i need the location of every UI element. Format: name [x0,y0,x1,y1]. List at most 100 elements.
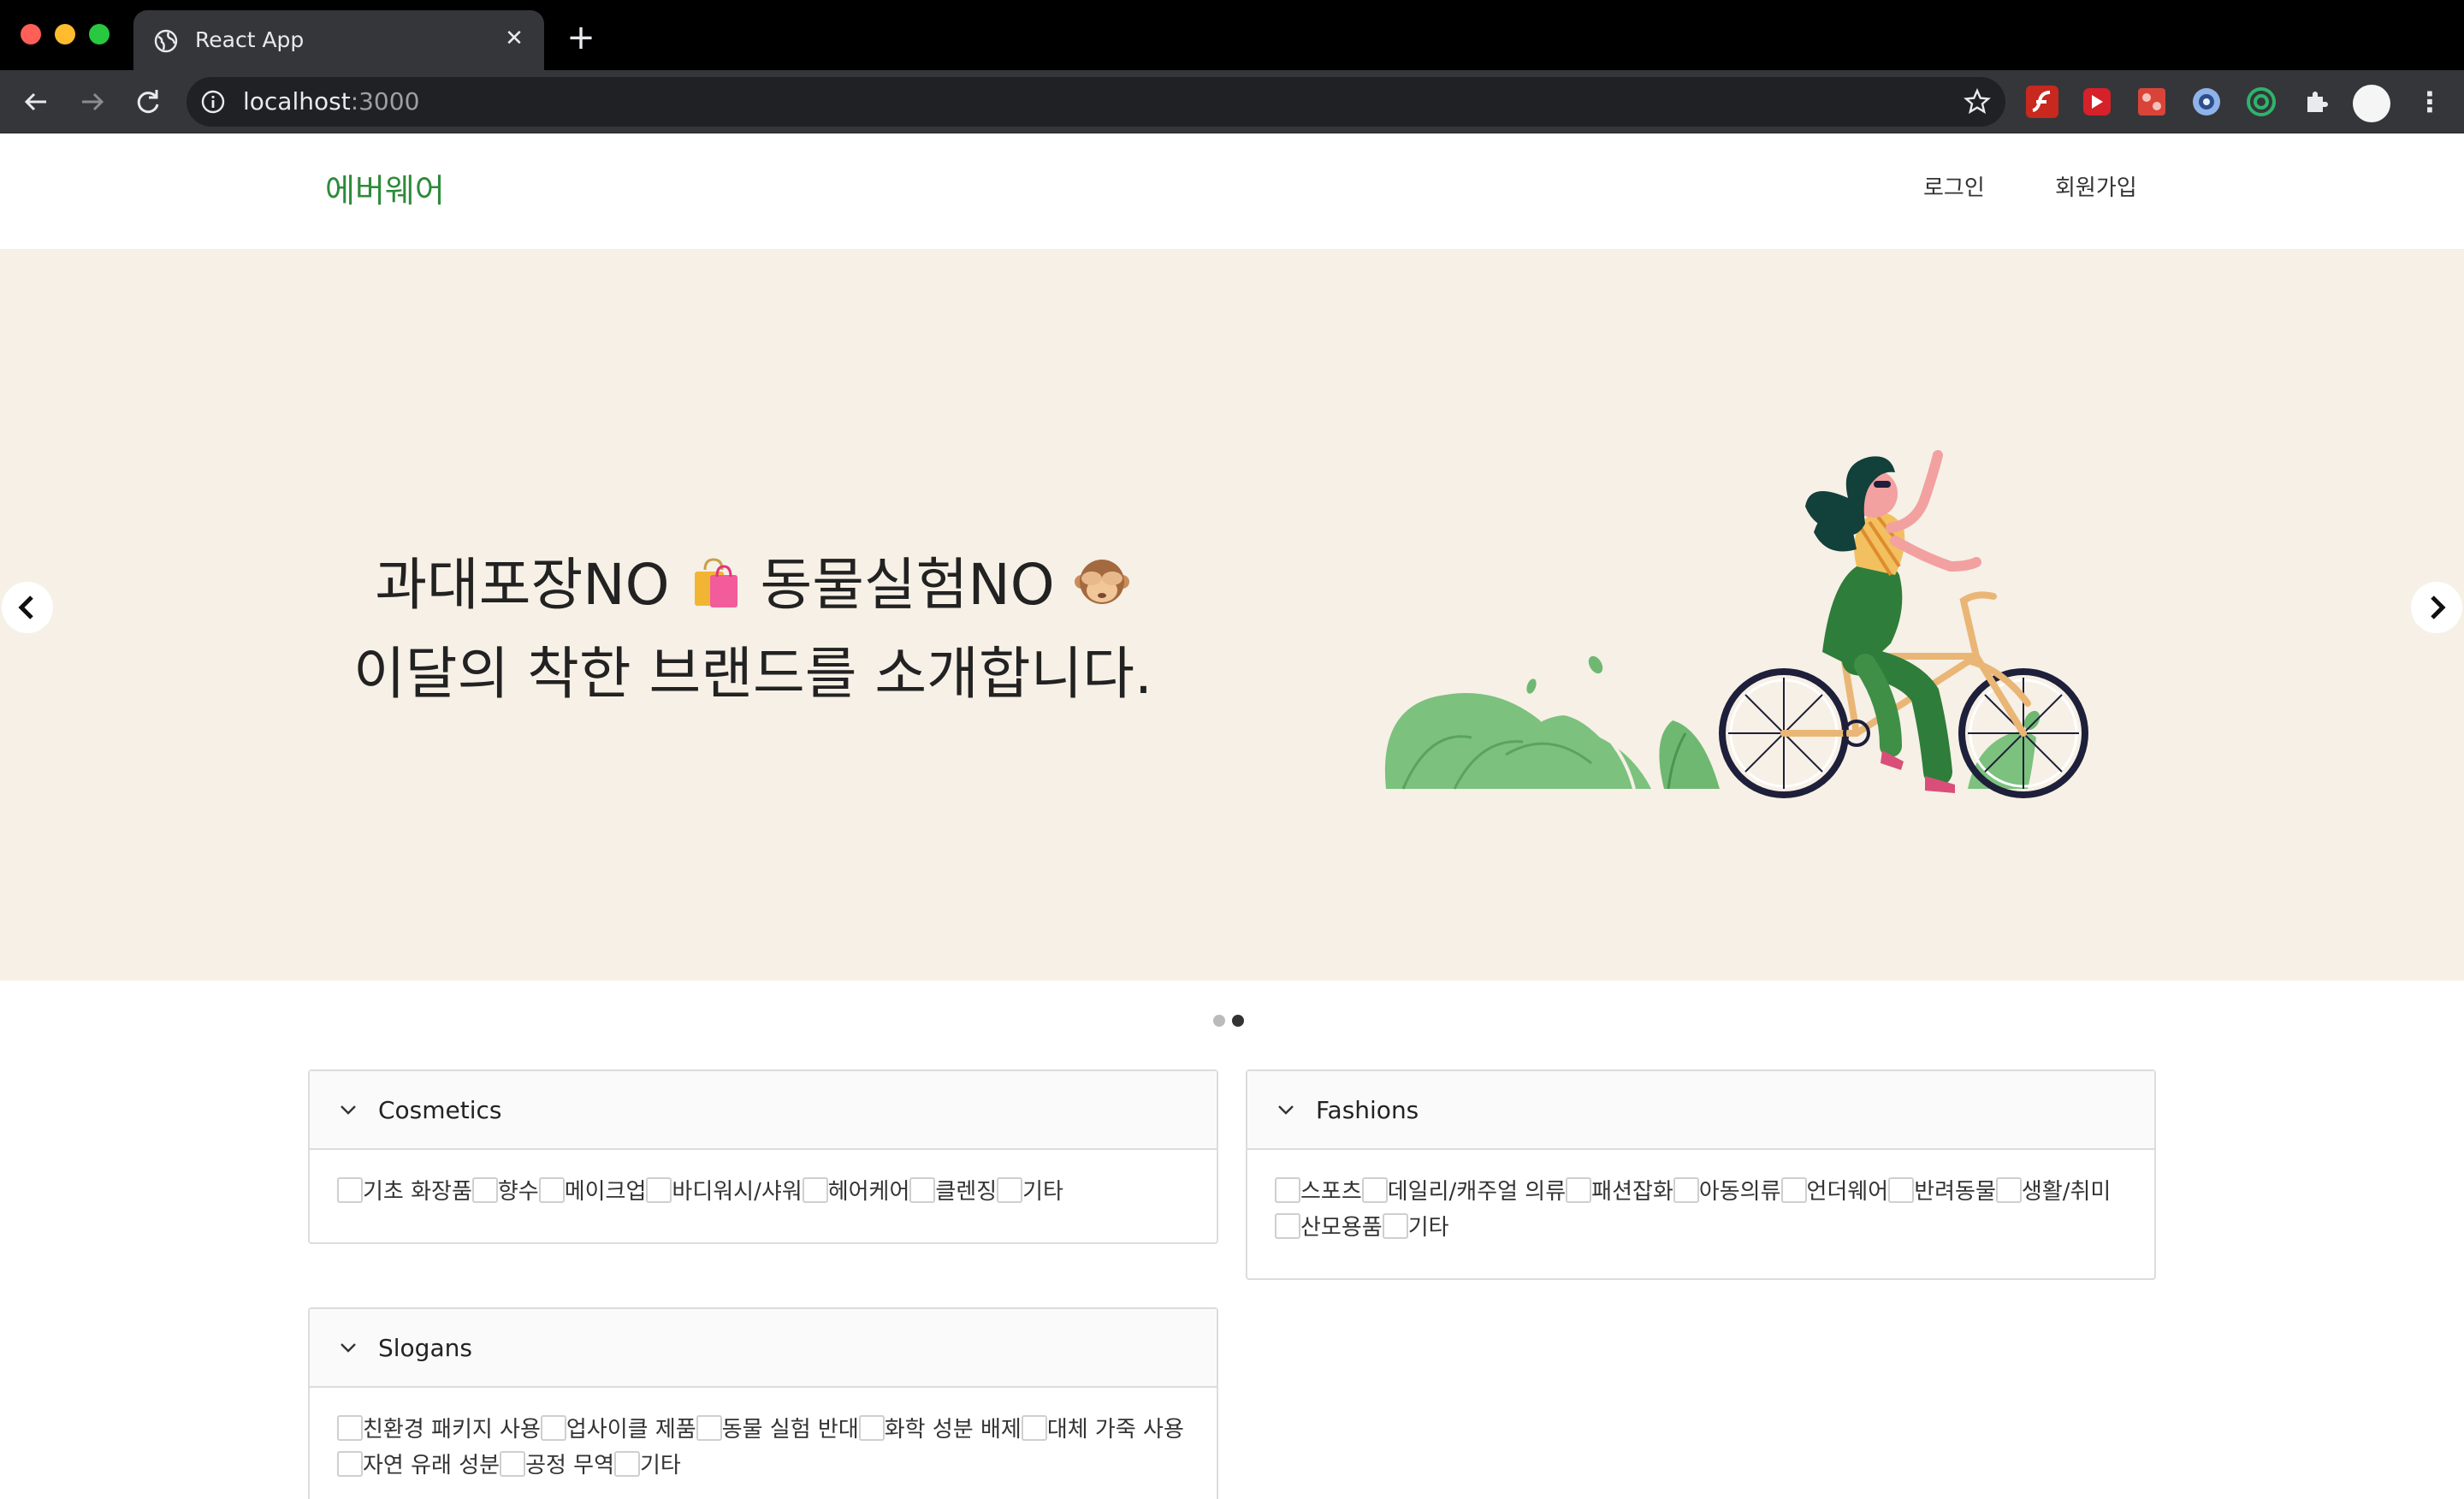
checkbox[interactable] [538,1177,565,1203]
chevron-down-icon [1278,1105,1294,1115]
fashions-panel-header[interactable]: Fashions [1247,1071,2154,1150]
browser-tab[interactable]: React App ✕ [133,10,544,70]
signup-link[interactable]: 회원가입 [2055,171,2137,205]
option-cleansing: 클렌징 [909,1177,997,1205]
checkbox[interactable] [997,1177,1023,1203]
option-vegan-leather: 대체 가죽 사용 [1021,1415,1184,1443]
carousel-dot-1[interactable] [1213,1015,1225,1027]
shopping-bags-icon [694,558,737,607]
checkbox[interactable] [337,1451,363,1477]
checkbox[interactable] [471,1177,498,1203]
checkbox[interactable] [909,1177,936,1203]
cosmetics-panel-header[interactable]: Cosmetics [310,1071,1217,1150]
hero-line-2: 이달의 착한 브랜드를 소개합니다. [353,641,1152,707]
hero-phrase-packaging: 과대포장NO [375,552,670,618]
option-natural-ingredients: 자연 유래 성분 [337,1451,500,1478]
carousel-dot-2[interactable] [1232,1015,1244,1027]
address-bar[interactable]: localhost:3000 [187,77,2005,127]
option-kids: 아동의류 [1673,1177,1781,1205]
reload-button[interactable] [128,82,168,121]
checkbox[interactable] [614,1451,641,1477]
maximize-window-button[interactable] [89,24,110,44]
option-no-chemicals: 화학 성분 배제 [858,1415,1022,1443]
checkbox[interactable] [1382,1213,1408,1239]
option-basic-skincare: 기초 화장품 [337,1177,472,1205]
tab-title: React App [195,27,305,52]
option-fair-trade: 공정 무역 [500,1451,614,1478]
arrow-right-icon [82,92,104,111]
checkbox[interactable] [540,1415,566,1441]
url-text: localhost:3000 [243,87,420,116]
checkbox[interactable] [1275,1213,1300,1239]
vpn-extension-icon[interactable] [2190,86,2223,118]
back-button[interactable] [17,82,56,121]
login-link[interactable]: 로그인 [1923,171,1985,205]
target-extension-icon[interactable] [2245,86,2277,118]
profile-avatar[interactable] [2353,85,2390,122]
extensions-puzzle-icon[interactable] [2300,86,2332,118]
checkbox[interactable] [500,1451,526,1477]
checkbox[interactable] [696,1415,722,1441]
checkbox[interactable] [1361,1177,1388,1203]
globe-icon [154,29,178,53]
slogans-panel-header[interactable]: Slogans [310,1309,1217,1388]
option-eco-package: 친환경 패키지 사용 [337,1415,541,1443]
chevron-left-icon [18,595,33,619]
checkbox[interactable] [337,1177,363,1203]
option-other: 기타 [997,1177,1063,1205]
info-icon[interactable] [200,89,226,115]
bookmark-star-icon[interactable] [1963,87,1992,116]
checkbox[interactable] [1021,1415,1047,1441]
browser-menu-icon[interactable]: ⋮ [2414,86,2445,118]
checkbox[interactable] [802,1177,828,1203]
minimize-window-button[interactable] [55,24,75,44]
checkbox[interactable] [1780,1177,1807,1203]
checkbox[interactable] [1275,1177,1300,1203]
checkbox[interactable] [1673,1177,1699,1203]
fashions-title: Fashions [1316,1096,1419,1124]
cosmetics-panel: Cosmetics 기초 화장품 향수 메이크업 바디워시/샤워 헤어케어 클렌징 기타 [308,1069,1218,1244]
site-header: 에버웨어 로그인 회원가입 [0,133,2464,250]
hero-carousel: 과대포장NO 동물실험NO 이달의 착한 브랜드를 소개합니다. [0,250,2464,981]
chevron-right-icon [2431,595,2446,619]
option-accessories: 패션잡화 [1566,1177,1673,1205]
option-underwear: 언더웨어 [1780,1177,1888,1205]
option-body-wash: 바디워시/샤워 [646,1177,803,1205]
browser-toolbar: localhost:3000 ⋮ [0,70,2464,133]
close-window-button[interactable] [21,24,41,44]
option-makeup: 메이크업 [538,1177,646,1205]
carousel-next-button[interactable] [2411,582,2462,633]
forward-button[interactable] [72,82,111,121]
checkbox[interactable] [646,1177,672,1203]
close-tab-icon[interactable]: ✕ [500,24,529,53]
carousel-prev-button[interactable] [2,582,53,633]
checkbox[interactable] [337,1415,363,1441]
checkbox[interactable] [1888,1177,1915,1203]
new-tab-button[interactable]: + [561,19,601,58]
checkbox[interactable] [1566,1177,1592,1203]
option-hair-care: 헤어케어 [802,1177,909,1205]
slogans-title: Slogans [378,1334,472,1362]
hero-phrase-animal-testing: 동물실험NO [760,552,1055,618]
media-extension-icon[interactable] [2081,86,2113,118]
site-logo[interactable]: 에버웨어 [325,169,445,212]
option-pets: 반려동물 [1888,1177,1996,1205]
puzzle-red-extension-icon[interactable] [2135,86,2168,118]
see-no-evil-monkey-icon [1074,560,1129,604]
hero-text: 과대포장NO 동물실험NO 이달의 착한 브랜드를 소개합니다. [325,541,1181,719]
chevron-down-icon [341,1343,356,1353]
woman-on-bicycle-illustration [1384,450,2088,798]
fashions-panel: Fashions 스포츠 데일리/캐주얼 의류 패션잡화 아동의류 언더웨어 반려동물 생활… [1246,1069,2156,1280]
cosmetics-options: 기초 화장품 향수 메이크업 바디워시/샤워 헤어케어 클렌징 기타 [310,1150,1217,1232]
option-hobby: 생활/취미 [1995,1177,2111,1205]
checkbox[interactable] [1995,1177,2022,1203]
option-no-animal-testing: 동물 실험 반대 [696,1415,859,1443]
fashions-options: 스포츠 데일리/캐주얼 의류 패션잡화 아동의류 언더웨어 반려동물 생활/취미산모용품 기타 [1247,1150,2154,1268]
reload-icon [137,90,159,114]
checkbox[interactable] [858,1415,885,1441]
browser-tab-bar: React App ✕ + [0,0,2464,70]
flash-extension-icon[interactable] [2026,86,2058,118]
hero-line-1: 과대포장NO 동물실험NO [325,541,1181,630]
option-sports: 스포츠 [1275,1177,1362,1205]
option-perfume: 향수 [471,1177,539,1205]
